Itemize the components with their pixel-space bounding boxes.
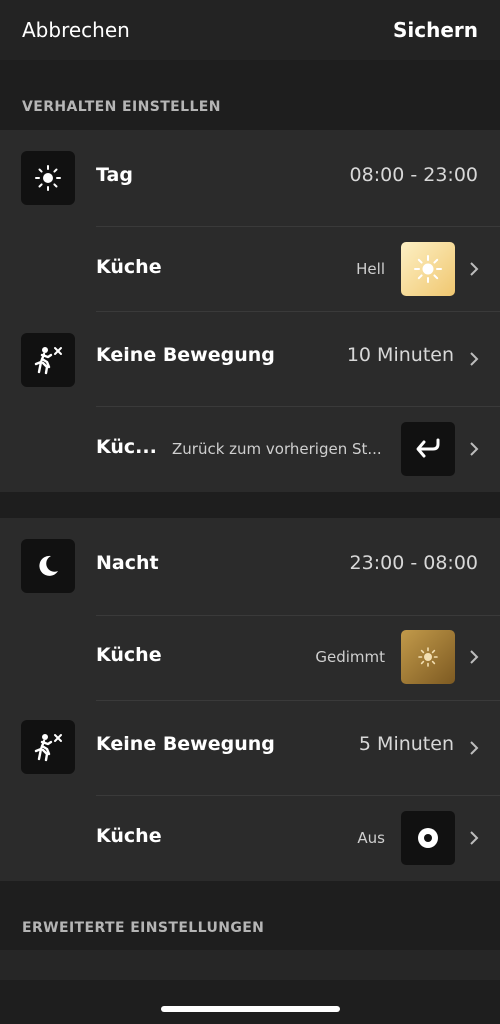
night-behavior-card: Nacht 23:00 - 08:00 Küche Gedimmt Keine …: [0, 518, 500, 881]
night-room-label: Küche: [96, 644, 162, 666]
chevron-right-icon: [467, 829, 481, 847]
section-header-advanced: ERWEITERTE EINSTELLUNGEN: [22, 920, 265, 936]
day-motion-row[interactable]: Keine Bewegung 10 Minuten: [0, 312, 500, 406]
night-after-room-label: Küche: [96, 825, 162, 847]
moon-icon: [21, 539, 75, 593]
power-off-icon: [401, 811, 455, 865]
chevron-right-icon: [467, 648, 481, 666]
day-behavior-card: Tag 08:00 - 23:00 Küche Hell Keine Beweg…: [0, 130, 500, 492]
sun-bright-icon: [401, 242, 455, 296]
night-time-range: 23:00 - 08:00: [349, 552, 478, 574]
day-room-scene-row[interactable]: Küche Hell: [0, 227, 500, 311]
night-after-action: Aus: [357, 829, 385, 847]
return-arrow-icon: [401, 422, 455, 476]
day-title: Tag: [96, 164, 133, 186]
night-scene-label: Gedimmt: [315, 648, 385, 666]
sun-icon: [21, 151, 75, 205]
advanced-settings-card[interactable]: [0, 950, 500, 980]
day-after-room-label: Küc...: [96, 436, 157, 458]
day-motion-title: Keine Bewegung: [96, 344, 275, 366]
cancel-button[interactable]: Abbrechen: [22, 18, 130, 42]
day-time-row[interactable]: Tag 08:00 - 23:00: [0, 130, 500, 226]
night-motion-row[interactable]: Keine Bewegung 5 Minuten: [0, 701, 500, 795]
night-room-scene-row[interactable]: Küche Gedimmt: [0, 616, 500, 700]
home-indicator[interactable]: [161, 1006, 340, 1012]
day-after-motion-row[interactable]: Küc... Zurück zum vorherigen St...: [0, 407, 500, 492]
chevron-right-icon: [467, 440, 481, 458]
night-time-row[interactable]: Nacht 23:00 - 08:00: [0, 518, 500, 615]
sun-dim-icon: [401, 630, 455, 684]
chevron-right-icon: [467, 260, 481, 278]
section-header-behavior: VERHALTEN EINSTELLEN: [22, 99, 221, 115]
day-motion-value: 10 Minuten: [346, 344, 454, 366]
motion-off-icon: [21, 720, 75, 774]
night-motion-value: 5 Minuten: [358, 733, 454, 755]
day-room-label: Küche: [96, 256, 162, 278]
motion-off-icon: [21, 333, 75, 387]
day-after-action: Zurück zum vorherigen St...: [172, 440, 382, 458]
night-after-motion-row[interactable]: Küche Aus: [0, 796, 500, 881]
night-motion-title: Keine Bewegung: [96, 733, 275, 755]
navigation-bar: Abbrechen Sichern: [0, 0, 500, 60]
night-title: Nacht: [96, 552, 159, 574]
day-scene-label: Hell: [356, 260, 385, 278]
save-button[interactable]: Sichern: [393, 18, 478, 42]
chevron-right-icon: [467, 739, 481, 757]
day-time-range: 08:00 - 23:00: [349, 164, 478, 186]
chevron-right-icon: [467, 350, 481, 368]
